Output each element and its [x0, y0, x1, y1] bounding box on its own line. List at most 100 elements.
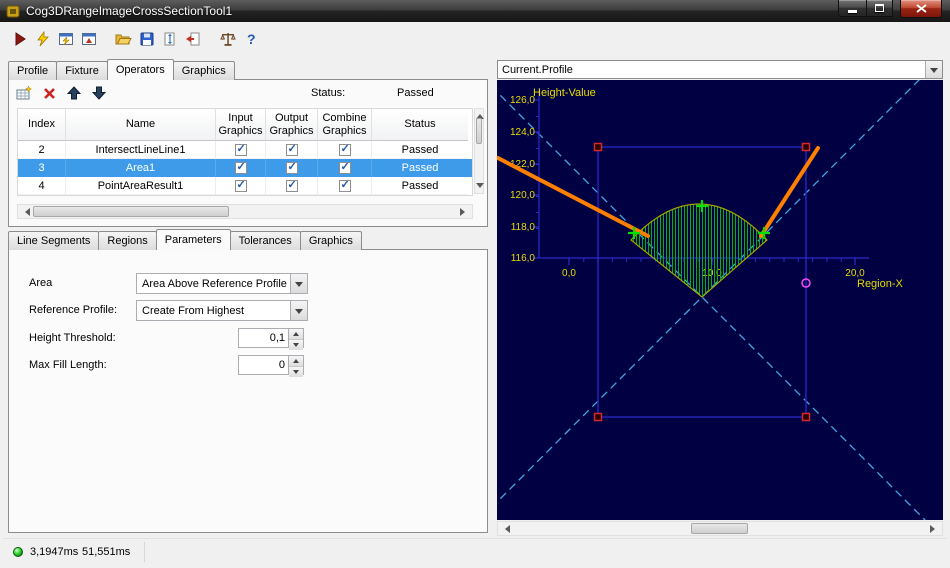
- cell-index: 3: [18, 159, 66, 177]
- operators-tab-panel: Status: Passed Index Name Input Graphics…: [8, 79, 488, 227]
- output-graphics-checkbox[interactable]: [285, 178, 298, 192]
- chevron-down-icon[interactable]: [290, 274, 307, 293]
- titlebar[interactable]: Cog3DRangeImageCrossSectionTool1: [0, 0, 950, 22]
- delete-operator-button[interactable]: [40, 84, 58, 102]
- chevron-down-icon[interactable]: [925, 61, 942, 78]
- run-icon: [15, 31, 26, 46]
- add-operator-button[interactable]: [15, 84, 33, 102]
- svg-text:116,0: 116,0: [511, 253, 536, 264]
- parameters-tab-panel: Area Area Above Reference Profile Refere…: [8, 249, 488, 533]
- cell-name: IntersectLineLine1: [66, 141, 216, 159]
- scrollbar-thumb[interactable]: [691, 523, 748, 534]
- svg-text:0,0: 0,0: [562, 268, 576, 279]
- spin-down-icon[interactable]: [289, 340, 303, 350]
- combine-graphics-checkbox[interactable]: [338, 142, 351, 156]
- column-header-index[interactable]: Index: [18, 109, 66, 141]
- tab-fixture[interactable]: Fixture: [56, 61, 108, 80]
- input-graphics-checkbox[interactable]: [234, 160, 247, 174]
- output-graphics-checkbox[interactable]: [285, 160, 298, 174]
- run-status-led: [13, 547, 23, 557]
- window-icon[interactable]: [6, 4, 20, 18]
- save-file-button[interactable]: [135, 27, 158, 51]
- tool-window: Cog3DRangeImageCrossSectionTool1 ? Profi…: [0, 0, 950, 568]
- subtab-graphics[interactable]: Graphics: [299, 231, 362, 250]
- table-row[interactable]: 2 IntersectLineLine1 Passed: [18, 141, 472, 159]
- arrow-down-icon: [92, 86, 106, 100]
- height-threshold-value[interactable]: 0,1: [239, 329, 288, 347]
- svg-text:118,0: 118,0: [511, 222, 536, 233]
- open-file-button[interactable]: [112, 27, 135, 51]
- table-horizontal-scrollbar[interactable]: [17, 204, 473, 219]
- svg-text:124,0: 124,0: [510, 127, 535, 138]
- tab-graphics[interactable]: Graphics: [172, 61, 235, 80]
- scroll-left-arrow[interactable]: [501, 525, 510, 533]
- input-graphics-checkbox[interactable]: [234, 142, 247, 156]
- page-arrows-icon: [164, 32, 174, 45]
- max-fill-length-input[interactable]: 0: [238, 355, 304, 377]
- cell-combine-graphics: [318, 177, 372, 195]
- close-button[interactable]: [900, 0, 942, 18]
- x-axis-title: Region-X: [857, 278, 904, 290]
- spin-up-icon[interactable]: [289, 329, 303, 340]
- tool-window-button[interactable]: [77, 27, 100, 51]
- spin-down-icon[interactable]: [289, 367, 303, 377]
- combine-graphics-checkbox[interactable]: [338, 178, 351, 192]
- table-row[interactable]: 4 PointAreaResult1 Passed: [18, 177, 472, 195]
- column-header-name[interactable]: Name: [66, 109, 216, 141]
- subtab-regions[interactable]: Regions: [98, 231, 157, 250]
- help-icon: ?: [247, 31, 256, 47]
- column-header-status[interactable]: Status: [372, 109, 468, 141]
- area-select[interactable]: Area Above Reference Profile: [136, 273, 308, 294]
- column-header-combine[interactable]: Combine Graphics: [318, 109, 372, 141]
- profile-plot-display[interactable]: Height-Value Region-X 126,0 124,0 122,0 …: [481, 48, 950, 546]
- plot-horizontal-scrollbar[interactable]: [497, 521, 943, 536]
- close-icon: [915, 4, 927, 13]
- help-button[interactable]: ?: [239, 27, 262, 51]
- import-results-button[interactable]: [181, 27, 204, 51]
- maximize-button[interactable]: [866, 0, 893, 17]
- subtab-line-segments[interactable]: Line Segments: [8, 231, 100, 250]
- chevron-down-icon[interactable]: [290, 301, 307, 320]
- table-row-selected[interactable]: 3 Area1 Passed: [18, 159, 472, 177]
- max-fill-length-value[interactable]: 0: [239, 356, 288, 374]
- move-down-button[interactable]: [90, 84, 108, 102]
- status-label: Status:: [311, 87, 346, 99]
- tab-profile[interactable]: Profile: [8, 61, 58, 80]
- window-title: Cog3DRangeImageCrossSectionTool1: [26, 4, 233, 18]
- table-vertical-scrollbar[interactable]: [474, 108, 484, 194]
- combine-graphics-checkbox[interactable]: [338, 160, 351, 174]
- output-graphics-checkbox[interactable]: [285, 142, 298, 156]
- height-threshold-label: Height Threshold:: [29, 332, 116, 344]
- move-up-button[interactable]: [65, 84, 83, 102]
- scales-icon: [219, 32, 236, 46]
- column-header-output[interactable]: Output Graphics: [266, 109, 318, 141]
- tab-operators[interactable]: Operators: [106, 59, 174, 80]
- cell-input-graphics: [216, 177, 266, 195]
- scroll-right-arrow[interactable]: [930, 525, 939, 533]
- scroll-left-arrow[interactable]: [21, 208, 30, 216]
- display-record-select[interactable]: Current.Profile: [497, 60, 943, 79]
- spin-up-icon[interactable]: [289, 356, 303, 367]
- scrollbar-thumb[interactable]: [33, 206, 229, 217]
- height-threshold-input[interactable]: 0,1: [238, 328, 304, 350]
- scroll-right-arrow[interactable]: [460, 208, 469, 216]
- scroll-down-arrow[interactable]: [476, 183, 484, 192]
- minimize-button[interactable]: [838, 0, 866, 17]
- subtab-tolerances[interactable]: Tolerances: [229, 231, 301, 250]
- floppy-disk-icon: [140, 32, 153, 45]
- window-lightning-icon: [58, 32, 73, 45]
- total-time: 51,551ms: [82, 546, 131, 558]
- run-electric-button[interactable]: [31, 27, 54, 51]
- run-button[interactable]: [8, 27, 31, 51]
- cell-output-graphics: [266, 177, 318, 195]
- subtab-parameters[interactable]: Parameters: [155, 229, 231, 250]
- area-select-value: Area Above Reference Profile: [142, 277, 287, 290]
- reference-profile-select[interactable]: Create From Highest: [136, 300, 308, 321]
- input-graphics-checkbox[interactable]: [234, 178, 247, 192]
- svg-text:120,0: 120,0: [510, 190, 535, 201]
- electric-tool-window-button[interactable]: [54, 27, 77, 51]
- scrollbar-thumb[interactable]: [476, 118, 482, 144]
- column-header-input[interactable]: Input Graphics: [216, 109, 266, 141]
- update-results-button[interactable]: [158, 27, 181, 51]
- benchmark-button[interactable]: [216, 27, 239, 51]
